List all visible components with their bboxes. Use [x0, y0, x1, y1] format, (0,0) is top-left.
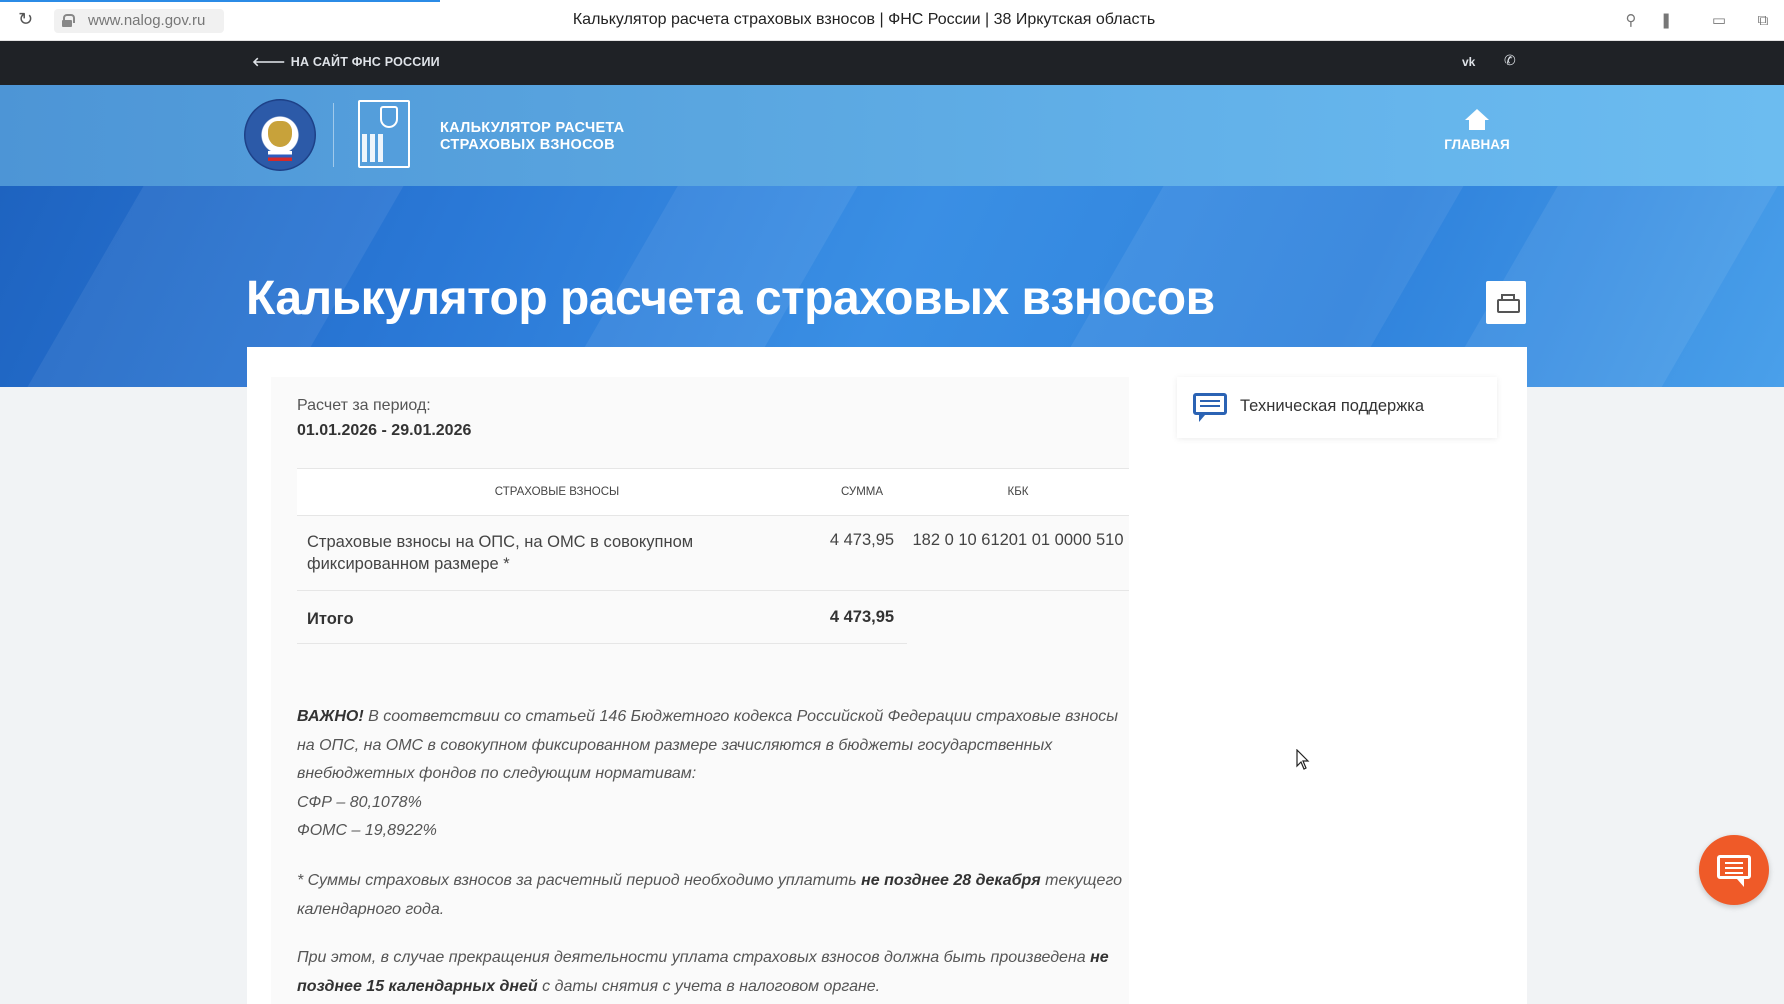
period-value: 01.01.2026 - 29.01.2026 — [297, 422, 472, 439]
content-card: Расчет за период: 01.01.2026 - 29.01.202… — [247, 347, 1527, 1004]
period-label: Расчет за период: — [297, 397, 431, 414]
tech-support-label: Техническая поддержка — [1240, 397, 1424, 415]
row-kbk: 182 0 10 61201 01 0000 510 — [907, 515, 1129, 591]
row-sum: 4 473,95 — [817, 515, 907, 591]
vk-icon[interactable]: vk — [1462, 55, 1475, 69]
site-header: КАЛЬКУЛЯТОР РАСЧЕТА СТРАХОВЫХ ВЗНОСОВ ГЛ… — [0, 85, 1784, 186]
bookmark-icon[interactable]: ❚ — [1657, 12, 1675, 28]
site-topbar: 🡐 НА САЙТ ФНС РОССИИ vk ✆ — [0, 41, 1784, 85]
calculator-logo-icon[interactable] — [358, 100, 412, 170]
home-label: ГЛАВНАЯ — [1444, 137, 1510, 152]
important-note: ВАЖНО! В соответствии со статьей 146 Бюд… — [297, 703, 1129, 846]
column-header-kbk: КБК — [907, 468, 1129, 516]
browser-toolbar: ↻ www.nalog.gov.ru Калькулятор расчета с… — [0, 0, 1784, 41]
browser-page-title: Калькулятор расчета страховых взносов | … — [572, 11, 1156, 28]
brand-line-2: СТРАХОВЫХ ВЗНОСОВ — [440, 137, 615, 153]
chat-icon — [1717, 855, 1751, 887]
total-label: Итого — [297, 590, 817, 644]
foms-rate: ФОМС – 19,8922% — [297, 822, 437, 839]
deadline-text: * Суммы страховых взносов за расчетный п… — [297, 872, 862, 889]
cursor-arrow-icon — [1296, 748, 1310, 770]
russian-flag — [268, 151, 292, 161]
termination-text-end: с даты снятия с учета в налоговом органе… — [537, 977, 881, 995]
mouse-cursor — [1296, 748, 1310, 771]
fns-emblem-logo[interactable] — [244, 99, 316, 171]
deadline-note: * Суммы страховых взносов за расчетный п… — [297, 867, 1129, 924]
print-button[interactable] — [1486, 281, 1526, 324]
column-header-sum: Сумма — [817, 468, 907, 516]
reader-mode-icon[interactable]: ▭ — [1710, 12, 1728, 28]
deadline-bold: не позднее 28 декабря — [861, 872, 1041, 889]
printer-icon — [1497, 294, 1520, 313]
arrow-left-icon: 🡐 — [252, 55, 286, 69]
chat-bubble-icon — [1193, 393, 1227, 422]
page-load-progress — [0, 0, 440, 2]
sfr-rate: СФР – 80,1078% — [297, 793, 422, 811]
home-nav-link[interactable]: ГЛАВНАЯ — [1440, 109, 1514, 152]
home-icon — [1464, 109, 1490, 131]
termination-note: При этом, в случае прекращения деятельно… — [297, 944, 1129, 1001]
table-total-row: Итого 4 473,95 — [297, 590, 1129, 644]
calc-result-panel: Расчет за период: 01.01.2026 - 29.01.202… — [271, 377, 1129, 1004]
phone-icon[interactable]: ✆ — [1504, 53, 1516, 69]
important-label: ВАЖНО! — [297, 708, 364, 725]
tech-support-widget[interactable]: Техническая поддержка — [1177, 377, 1497, 438]
header-divider — [333, 103, 334, 167]
eagle-emblem — [268, 121, 292, 147]
column-header-contributions: Страховые взносы — [297, 468, 817, 516]
contributions-table: Страховые взносы Сумма КБК Страховые взн… — [297, 468, 1129, 644]
back-to-fns-link[interactable]: 🡐 НА САЙТ ФНС РОССИИ — [252, 55, 440, 70]
important-text: В соответствии со статьей 146 Бюджетного… — [297, 708, 1119, 782]
chat-button[interactable] — [1699, 835, 1769, 905]
translate-icon[interactable]: ⚲ — [1622, 12, 1640, 28]
total-sum: 4 473,95 — [817, 590, 907, 644]
back-link-label: НА САЙТ ФНС РОССИИ — [290, 55, 440, 69]
brand-line-1: КАЛЬКУЛЯТОР РАСЧЕТА — [440, 120, 625, 136]
termination-text: При этом, в случае прекращения деятельно… — [297, 949, 1091, 966]
table-row: Страховые взносы на ОПС, на ОМС в совоку… — [297, 515, 1129, 591]
row-contribution-name: Страховые взносы на ОПС, на ОМС в совоку… — [297, 515, 817, 591]
service-brand[interactable]: КАЛЬКУЛЯТОР РАСЧЕТА СТРАХОВЫХ ВЗНОСОВ — [440, 120, 624, 154]
extensions-icon[interactable]: ⧉ — [1754, 12, 1772, 28]
page-title: Калькулятор расчета страховых взносов — [246, 272, 1215, 325]
